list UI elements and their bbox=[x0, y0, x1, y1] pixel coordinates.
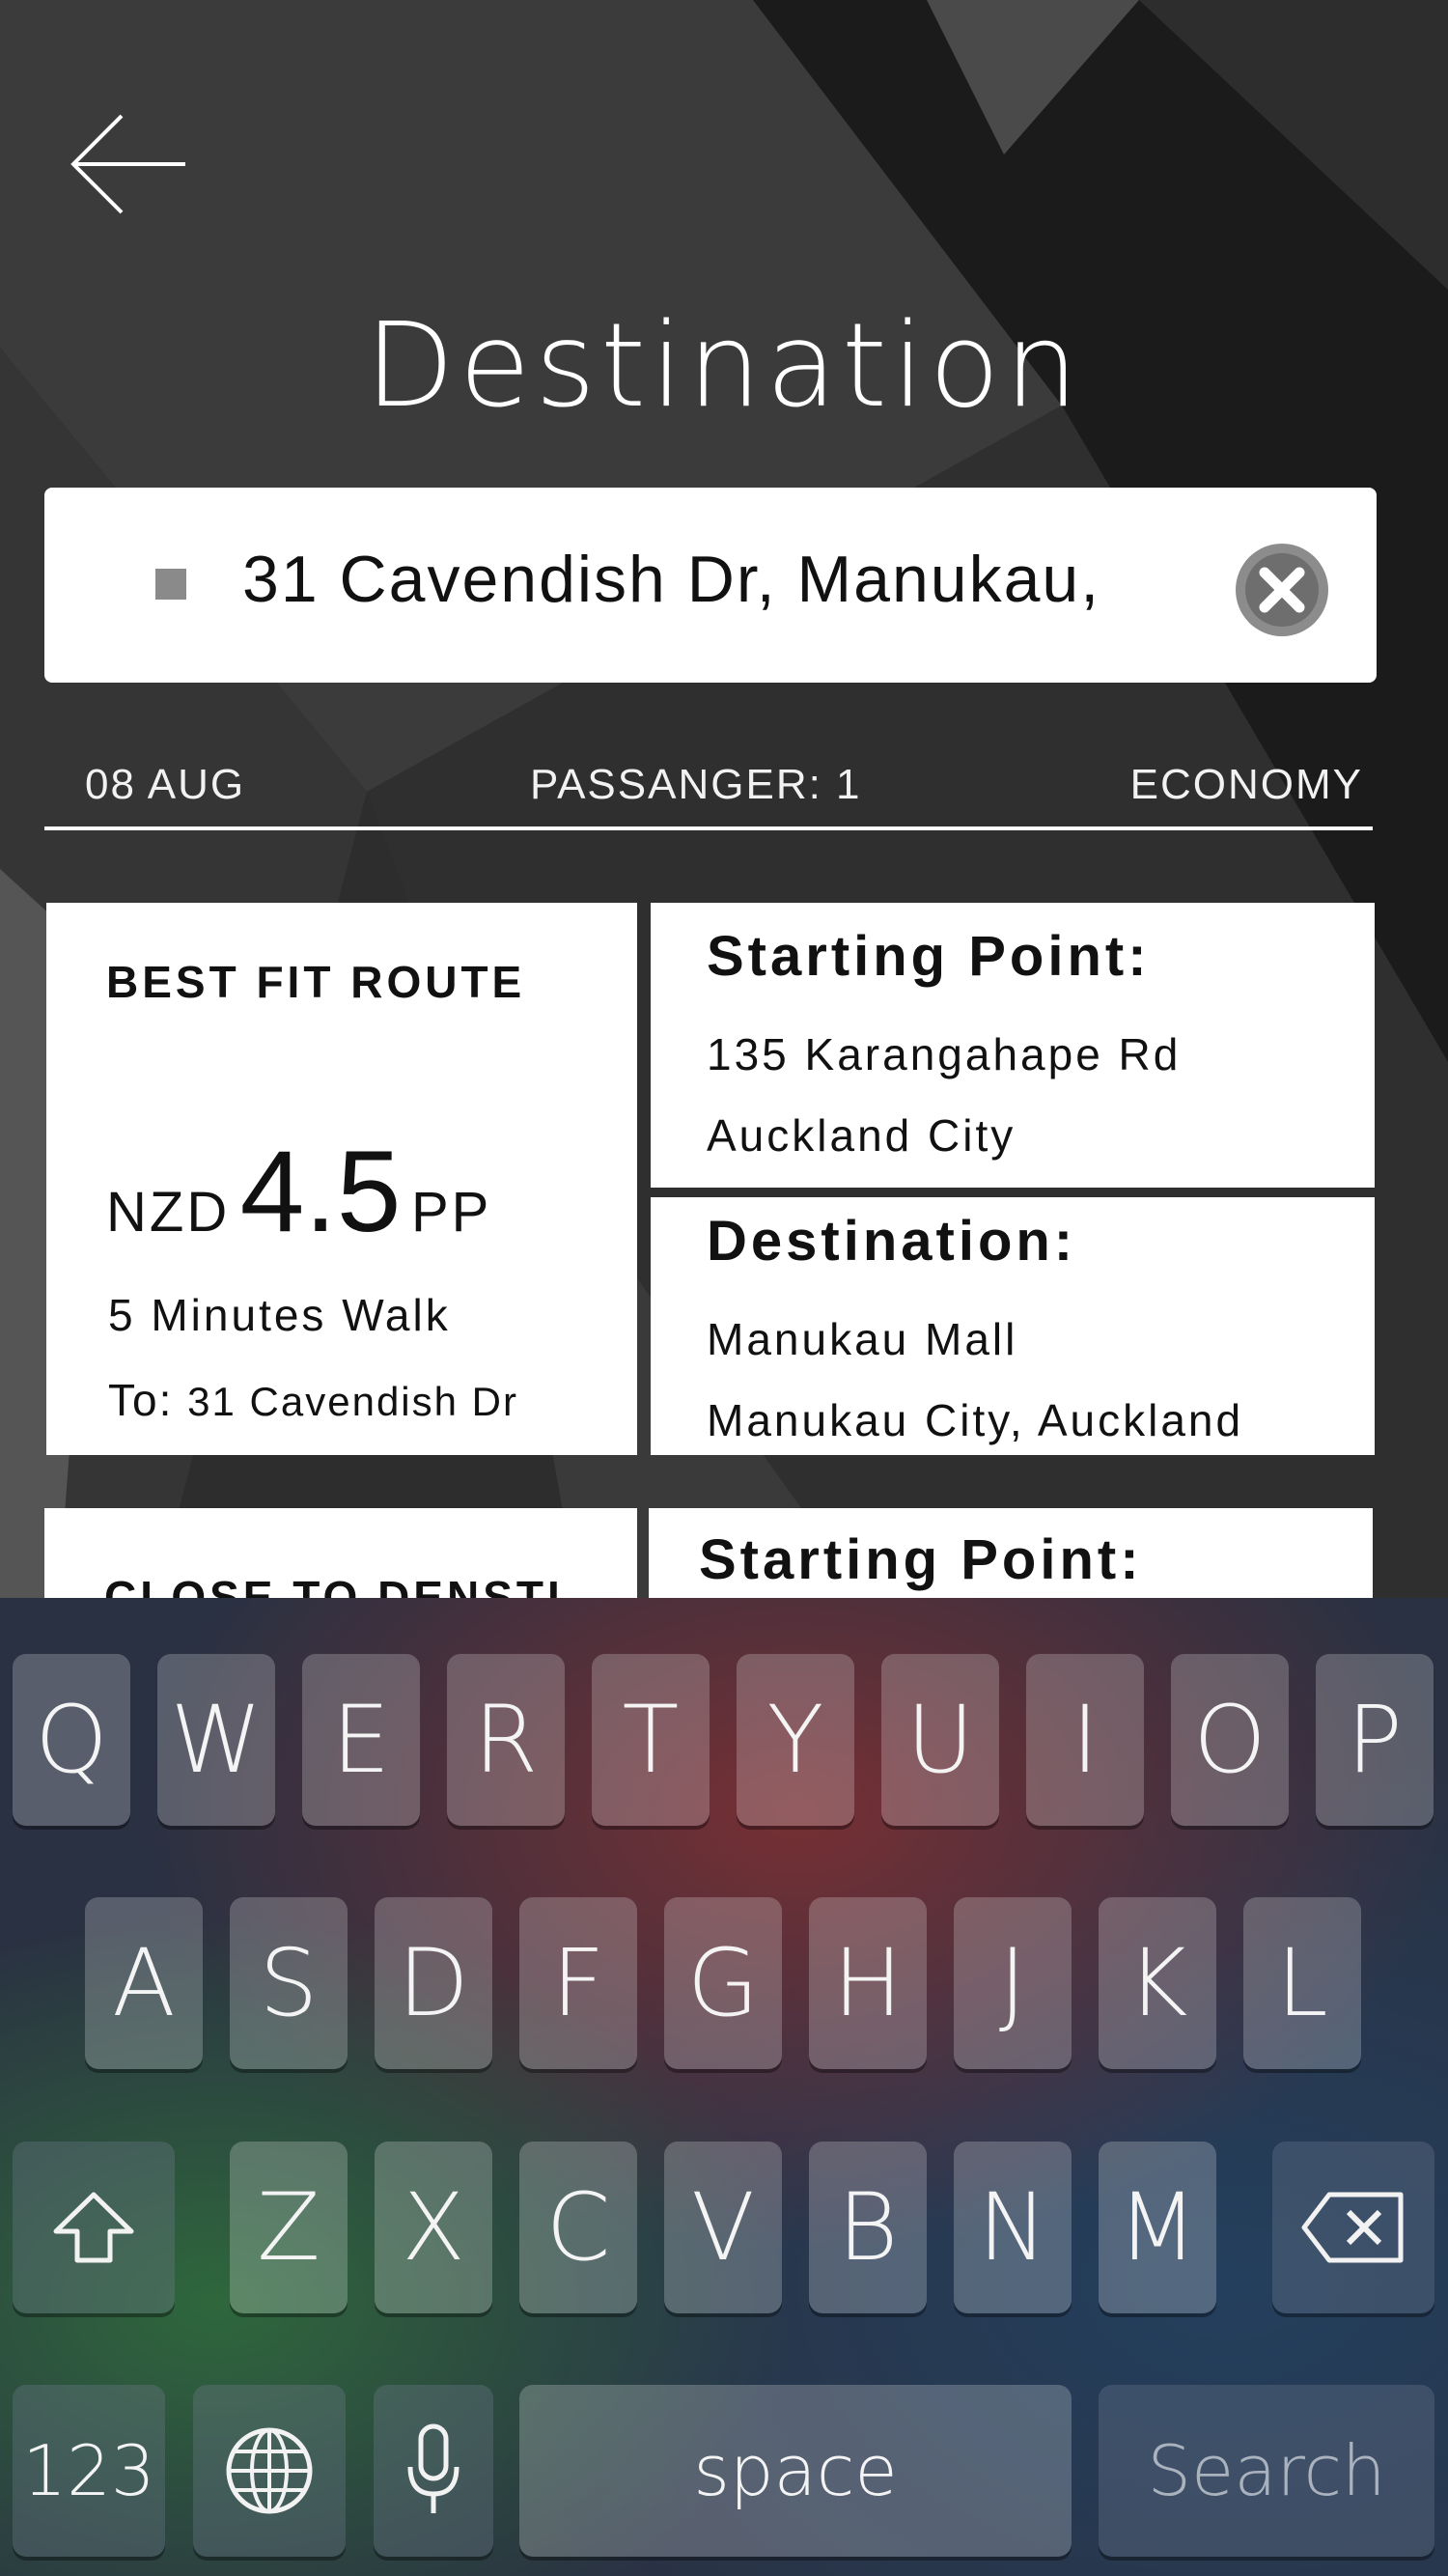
key-q[interactable]: Q bbox=[13, 1654, 130, 1826]
numbers-key-label: 123 bbox=[22, 2430, 155, 2511]
destination-line2: Manukau City, Auckland bbox=[707, 1395, 1244, 1445]
key-c[interactable]: C bbox=[519, 2142, 637, 2313]
key-j[interactable]: J bbox=[954, 1897, 1072, 2069]
key-o[interactable]: O bbox=[1171, 1654, 1289, 1826]
globe-key[interactable] bbox=[193, 2385, 346, 2557]
key-n[interactable]: N bbox=[954, 2142, 1072, 2313]
key-g[interactable]: G bbox=[664, 1897, 782, 2069]
numbers-key[interactable]: 123 bbox=[13, 2385, 165, 2557]
key-p[interactable]: P bbox=[1316, 1654, 1434, 1826]
class-selector[interactable]: ECONOMY bbox=[1130, 761, 1363, 809]
key-b[interactable]: B bbox=[809, 2142, 927, 2313]
route-label: BEST FIT ROUTE bbox=[106, 957, 526, 1007]
key-v[interactable]: V bbox=[664, 2142, 782, 2313]
shift-arrow-icon bbox=[53, 2192, 134, 2263]
search-key[interactable]: Search bbox=[1099, 2385, 1434, 2557]
shift-key[interactable] bbox=[13, 2142, 175, 2313]
route-card[interactable]: CLOSE TO DENSTI Starting Point: bbox=[44, 1508, 1373, 1603]
on-screen-keyboard: Q W E R T Y U I O P A S D F G H J K L Z … bbox=[0, 1598, 1448, 2576]
to-value: 31 Cavendish Dr bbox=[187, 1379, 518, 1424]
clear-circle-x-icon bbox=[1236, 544, 1328, 636]
key-e[interactable]: E bbox=[302, 1654, 420, 1826]
back-button[interactable] bbox=[68, 106, 193, 222]
key-u[interactable]: U bbox=[881, 1654, 999, 1826]
destination-panel: Destination: Manukau Mall Manukau City, … bbox=[651, 1197, 1375, 1455]
to-label: To: bbox=[108, 1375, 174, 1425]
destination-heading: Destination: bbox=[707, 1210, 1077, 1273]
key-r[interactable]: R bbox=[447, 1654, 565, 1826]
starting-point-line1: 135 Karangahape Rd bbox=[707, 1029, 1182, 1079]
route-summary[interactable]: CLOSE TO DENSTI bbox=[44, 1508, 637, 1603]
passenger-selector[interactable]: PASSANGER: 1 bbox=[530, 761, 862, 809]
search-input-value[interactable]: 31 Cavendish Dr, Manukau, bbox=[242, 542, 1237, 617]
trip-options-bar: 08 AUG PASSANGER: 1 ECONOMY bbox=[44, 753, 1373, 830]
destination-search-field[interactable]: 31 Cavendish Dr, Manukau, bbox=[44, 488, 1377, 683]
space-key-label: space bbox=[693, 2430, 898, 2511]
search-key-label: Search bbox=[1147, 2430, 1386, 2511]
key-s[interactable]: S bbox=[230, 1897, 348, 2069]
starting-point-line2: Auckland City bbox=[707, 1110, 1016, 1161]
walk-destination: To: 31 Cavendish Dr bbox=[108, 1374, 518, 1426]
square-marker-icon bbox=[155, 569, 186, 600]
clear-button[interactable] bbox=[1234, 542, 1330, 638]
arrow-left-icon bbox=[70, 114, 185, 214]
starting-point-heading: Starting Point: bbox=[699, 1528, 1143, 1591]
price-currency: NZD bbox=[106, 1181, 231, 1244]
starting-point-heading: Starting Point: bbox=[707, 925, 1151, 988]
space-key[interactable]: space bbox=[519, 2385, 1072, 2557]
key-w[interactable]: W bbox=[157, 1654, 275, 1826]
key-k[interactable]: K bbox=[1099, 1897, 1216, 2069]
walk-time: 5 Minutes Walk bbox=[108, 1290, 451, 1340]
delete-key[interactable] bbox=[1272, 2142, 1434, 2313]
key-x[interactable]: X bbox=[375, 2142, 492, 2313]
key-t[interactable]: T bbox=[592, 1654, 710, 1826]
key-d[interactable]: D bbox=[375, 1897, 492, 2069]
price-unit: PP bbox=[410, 1181, 492, 1244]
backspace-icon bbox=[1301, 2192, 1404, 2263]
starting-point-panel: Starting Point: 135 Karangahape Rd Auckl… bbox=[651, 903, 1375, 1188]
key-m[interactable]: M bbox=[1099, 2142, 1216, 2313]
microphone-icon bbox=[407, 2423, 459, 2513]
route-summary[interactable]: BEST FIT ROUTE NZD 4.5 PP 5 Minutes Walk… bbox=[46, 903, 637, 1455]
route-card[interactable]: BEST FIT ROUTE NZD 4.5 PP 5 Minutes Walk… bbox=[44, 903, 1375, 1455]
microphone-key[interactable] bbox=[374, 2385, 493, 2557]
page-title: Destination bbox=[365, 299, 1083, 434]
starting-point-panel: Starting Point: bbox=[649, 1508, 1373, 1603]
destination-line1: Manukau Mall bbox=[707, 1314, 1018, 1364]
key-l[interactable]: L bbox=[1243, 1897, 1361, 2069]
key-a[interactable]: A bbox=[85, 1897, 203, 2069]
key-z[interactable]: Z bbox=[230, 2142, 348, 2313]
key-y[interactable]: Y bbox=[737, 1654, 854, 1826]
price-amount: 4.5 bbox=[239, 1127, 402, 1256]
route-price: NZD 4.5 PP bbox=[106, 1125, 491, 1258]
date-selector[interactable]: 08 AUG bbox=[85, 761, 245, 809]
key-f[interactable]: F bbox=[519, 1897, 637, 2069]
key-i[interactable]: I bbox=[1026, 1654, 1144, 1826]
globe-icon bbox=[226, 2427, 313, 2514]
key-h[interactable]: H bbox=[809, 1897, 927, 2069]
